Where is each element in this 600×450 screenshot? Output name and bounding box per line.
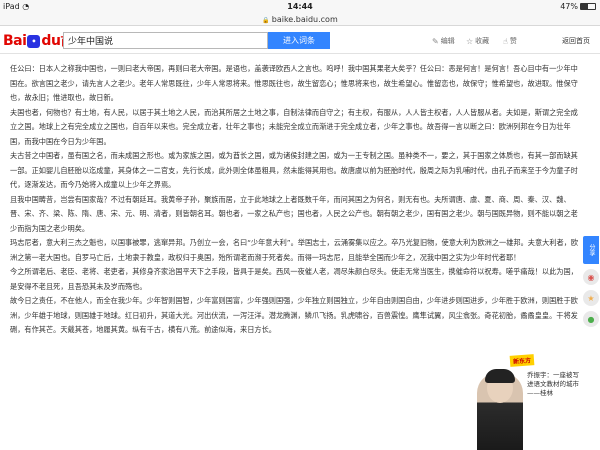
edit-label: 编辑 xyxy=(440,37,455,45)
clock: 14:44 xyxy=(287,2,313,11)
search-input[interactable] xyxy=(63,32,268,49)
status-bar: iPad ◔ 14:44 47% xyxy=(0,0,600,13)
wechat-icon[interactable]: ● xyxy=(583,311,599,327)
ad-person-hair xyxy=(485,369,515,383)
ad-line-2: 进语文教材的城市 xyxy=(527,380,579,388)
article-body: 任公曰：日本人之称我中国也，一则曰老大帝国，再则曰老大帝国。是语也，盖袭译欧西人… xyxy=(10,62,580,338)
ad-badge: 新东方 xyxy=(509,354,535,367)
ad-text: 乔振宇：一座被写 进语文教材的城市 ——桂林 xyxy=(527,371,599,398)
share-toolbar: 分享 ◉ ★ ● xyxy=(582,236,600,327)
battery-level xyxy=(581,4,588,9)
like-label: 赞 xyxy=(509,37,517,45)
lock-icon: 🔒 xyxy=(262,17,270,24)
article-paragraph: 且我中国畴昔，岂尝有国家哉？不过有朝廷耳。我黄帝子孙，聚族而居，立于此地球之上者… xyxy=(10,194,578,233)
battery-status: 47% xyxy=(560,0,596,13)
pencil-icon: ✎ xyxy=(432,36,439,46)
ad-line-3: ——桂林 xyxy=(527,389,553,397)
advertisement[interactable]: 新东方 乔振宇：一座被写 进语文教材的城市 ——桂林 xyxy=(477,353,600,450)
share-tab[interactable]: 分享 xyxy=(583,236,599,264)
qzone-icon[interactable]: ★ xyxy=(583,290,599,306)
article-paragraph: 夫古昔之中国者，虽有国之名，而未成国之形也。或为家族之国，或为酋长之国，或为诸侯… xyxy=(10,151,578,189)
article-paragraph: 夫国也者，何物也？有土地，有人民，以居于其土地之人民，而治其所居之土地之事，自制… xyxy=(10,107,578,146)
article-paragraph: 任公曰：日本人之称我中国也，一则曰老大帝国，再则曰老大帝国。是语也，盖袭译欧西人… xyxy=(10,64,578,102)
weibo-icon[interactable]: ◉ xyxy=(583,269,599,285)
paw-icon: • xyxy=(27,34,41,48)
battery-icon xyxy=(580,3,596,10)
url-text: baike.baidu.com xyxy=(271,15,338,24)
collect-button[interactable]: ☆ 收藏 xyxy=(466,36,489,46)
article-paragraph: 今之所谓老后、老臣、老将、老吏者，其修身齐家治国平天下之手段，皆具于是矣。西风一… xyxy=(10,267,578,291)
enter-entry-button[interactable]: 进入词条 xyxy=(268,32,330,49)
collect-label: 收藏 xyxy=(475,37,490,45)
article-paragraph: 玛志尼者，意大利三杰之魁也，以国事被罪，逃窜异邦。乃创立一会，名曰“少年意大利”… xyxy=(10,238,579,262)
address-bar[interactable]: 🔒 baike.baidu.com xyxy=(0,13,600,26)
logo-bai: Bai xyxy=(3,33,27,49)
logo-du: du xyxy=(41,33,61,49)
back-home-link[interactable]: 返回首页 xyxy=(562,36,590,46)
battery-percent: 47% xyxy=(560,2,578,11)
article-paragraph: 故今日之责任，不在他人，而全在我少年。少年智则国智，少年富则国富，少年强则国强，… xyxy=(10,296,578,334)
thumbs-up-icon: ☝ xyxy=(503,36,508,46)
ad-line-1: 乔振宇：一座被写 xyxy=(527,371,579,379)
like-button[interactable]: ☝ 赞 xyxy=(503,36,517,46)
baike-header: Bai • du 百科 进入词条 ✎ 编辑 ☆ 收藏 ☝ 赞 返回首页 xyxy=(0,27,600,54)
edit-button[interactable]: ✎ 编辑 xyxy=(432,36,455,46)
star-icon: ☆ xyxy=(466,36,474,46)
